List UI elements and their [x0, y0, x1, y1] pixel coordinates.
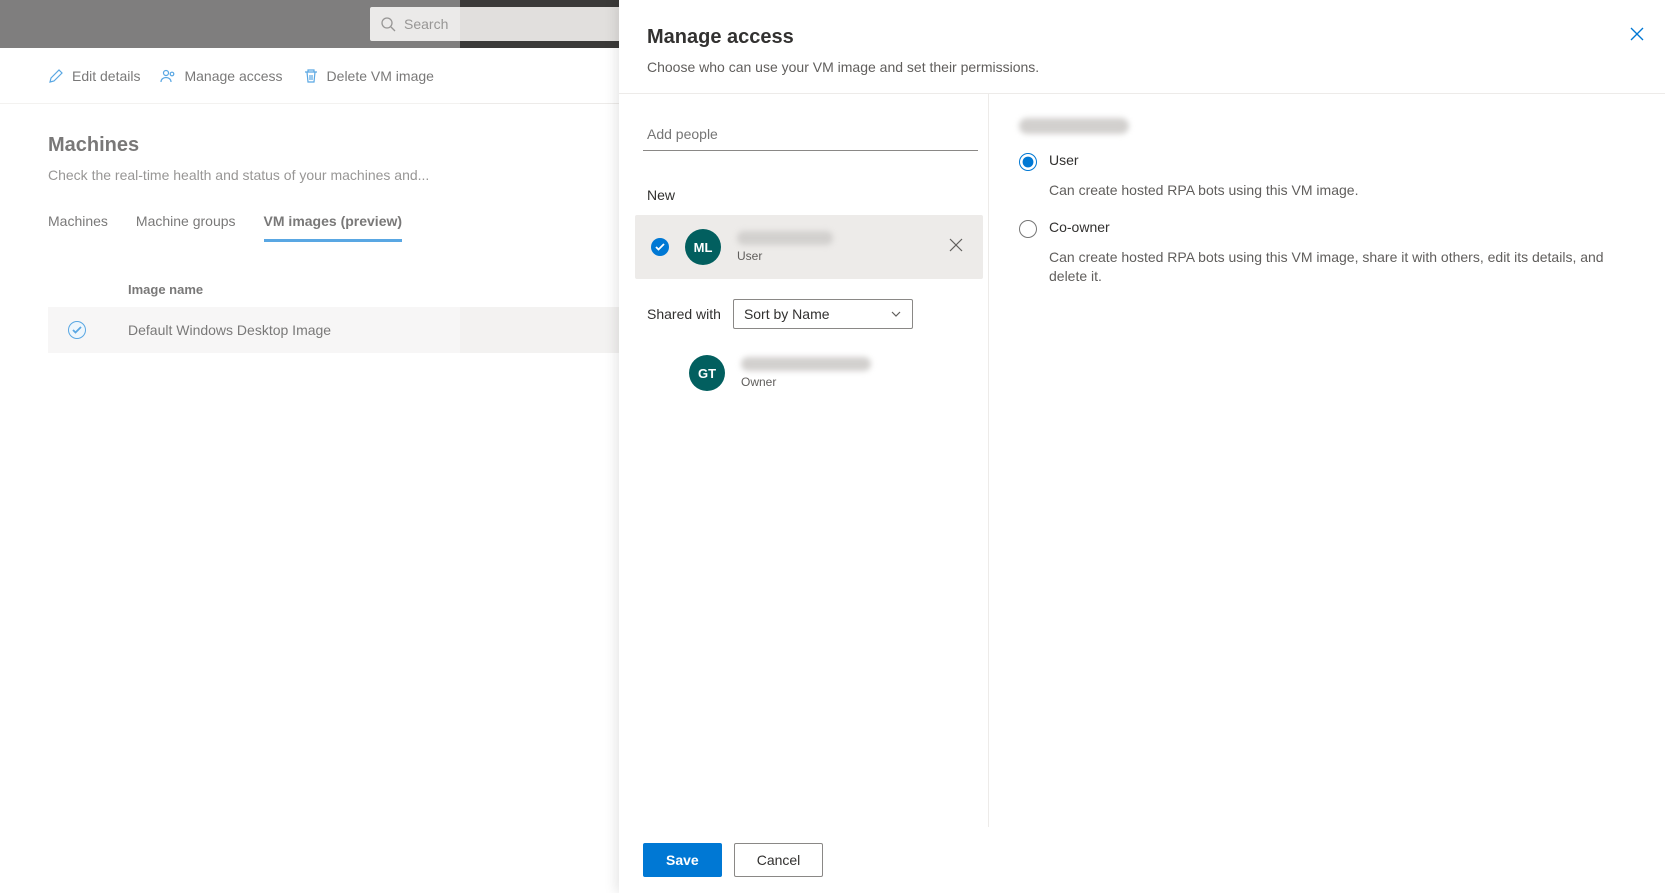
- permission-coowner-label: Co-owner: [1049, 219, 1110, 235]
- delete-vm-image-label: Delete VM image: [327, 68, 434, 84]
- panel-header: Manage access Choose who can use your VM…: [619, 0, 1665, 94]
- tab-machine-groups[interactable]: Machine groups: [136, 213, 236, 242]
- panel-body: New ML User Shared with Sort by Name: [619, 94, 1665, 827]
- person-info: User: [737, 231, 929, 263]
- sort-select[interactable]: Sort by Name: [733, 299, 913, 329]
- edit-details-button[interactable]: Edit details: [48, 68, 140, 84]
- panel-right-column: User Can create hosted RPA bots using th…: [989, 94, 1665, 827]
- x-icon: [949, 238, 963, 252]
- trash-icon: [303, 68, 319, 84]
- selected-check-icon: [651, 238, 669, 256]
- permission-user-description: Can create hosted RPA bots using this VM…: [1049, 181, 1635, 201]
- avatar: ML: [685, 229, 721, 265]
- person-role: User: [737, 249, 929, 263]
- permission-coowner-description: Can create hosted RPA bots using this VM…: [1049, 248, 1635, 287]
- pencil-icon: [48, 68, 64, 84]
- save-button[interactable]: Save: [643, 843, 722, 877]
- edit-details-label: Edit details: [72, 68, 140, 84]
- section-new-label: New: [647, 187, 988, 203]
- chevron-down-icon: [890, 308, 902, 320]
- selected-person-name-redacted: [1019, 118, 1129, 134]
- cancel-button[interactable]: Cancel: [734, 843, 824, 877]
- search-icon: [380, 16, 396, 32]
- permission-option-user[interactable]: User: [1019, 152, 1635, 171]
- close-icon: [1629, 26, 1645, 42]
- person-name-redacted: [741, 357, 871, 371]
- search-placeholder: Search: [404, 16, 448, 32]
- panel-subtitle: Choose who can use your VM image and set…: [647, 59, 1637, 75]
- person-name-redacted: [737, 231, 833, 245]
- person-info: Owner: [741, 357, 967, 389]
- permission-option-coowner[interactable]: Co-owner: [1019, 219, 1635, 238]
- new-person-row[interactable]: ML User: [635, 215, 983, 279]
- manage-access-button[interactable]: Manage access: [160, 68, 282, 84]
- avatar: GT: [689, 355, 725, 391]
- panel-footer: Save Cancel: [619, 827, 1665, 893]
- selected-person-heading: [1019, 118, 1635, 134]
- col-image-name: Image name: [128, 282, 203, 297]
- tab-machines[interactable]: Machines: [48, 213, 108, 242]
- permission-user-label: User: [1049, 152, 1079, 168]
- radio-coowner[interactable]: [1019, 220, 1037, 238]
- person-role: Owner: [741, 375, 967, 389]
- close-button[interactable]: [1629, 26, 1645, 47]
- row-check-icon[interactable]: [68, 321, 86, 339]
- remove-person-button[interactable]: [945, 234, 967, 261]
- add-people-input[interactable]: [643, 118, 978, 151]
- manage-access-panel: Manage access Choose who can use your VM…: [619, 0, 1665, 893]
- panel-title: Manage access: [647, 26, 1637, 49]
- sort-select-value: Sort by Name: [744, 306, 830, 322]
- shared-with-row: Shared with Sort by Name: [647, 299, 988, 329]
- people-icon: [160, 68, 176, 84]
- manage-access-label: Manage access: [184, 68, 282, 84]
- tab-vm-images[interactable]: VM images (preview): [264, 213, 403, 242]
- shared-with-label: Shared with: [647, 306, 721, 322]
- shared-person-row[interactable]: GT Owner: [635, 341, 983, 405]
- panel-left-column: New ML User Shared with Sort by Name: [619, 94, 989, 827]
- row-image-name: Default Windows Desktop Image: [128, 322, 331, 338]
- radio-user[interactable]: [1019, 153, 1037, 171]
- delete-vm-image-button[interactable]: Delete VM image: [303, 68, 434, 84]
